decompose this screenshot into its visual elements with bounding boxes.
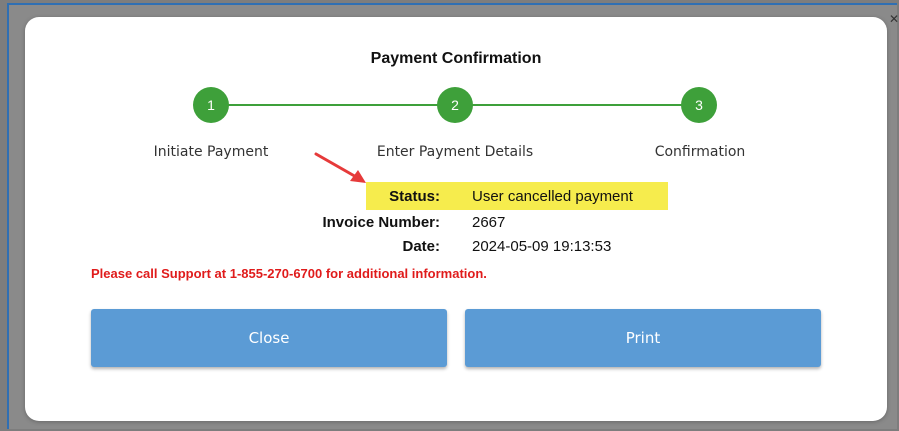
window-close-icon[interactable]: ✕ bbox=[889, 12, 899, 26]
status-value: User cancelled payment bbox=[472, 188, 633, 205]
date-label: Date: bbox=[402, 238, 440, 255]
step-1-label: Initiate Payment bbox=[153, 144, 269, 160]
step-2-label: Enter Payment Details bbox=[376, 144, 534, 160]
print-button[interactable]: Print bbox=[465, 309, 821, 367]
close-button[interactable]: Close bbox=[91, 309, 447, 367]
step-1-circle: 1 bbox=[193, 87, 229, 123]
date-value: 2024-05-09 19:13:53 bbox=[472, 238, 612, 255]
step-2-circle: 2 bbox=[437, 87, 473, 123]
status-label: Status: bbox=[389, 188, 440, 205]
invoice-number-label: Invoice Number: bbox=[322, 214, 440, 231]
support-message: Please call Support at 1-855-270-6700 fo… bbox=[91, 266, 487, 281]
invoice-number-value: 2667 bbox=[472, 214, 506, 231]
step-3-circle: 3 bbox=[681, 87, 717, 123]
red-arrow-icon bbox=[314, 152, 366, 183]
dialog-title: Payment Confirmation bbox=[370, 50, 542, 67]
step-3-label: Confirmation bbox=[654, 144, 746, 160]
